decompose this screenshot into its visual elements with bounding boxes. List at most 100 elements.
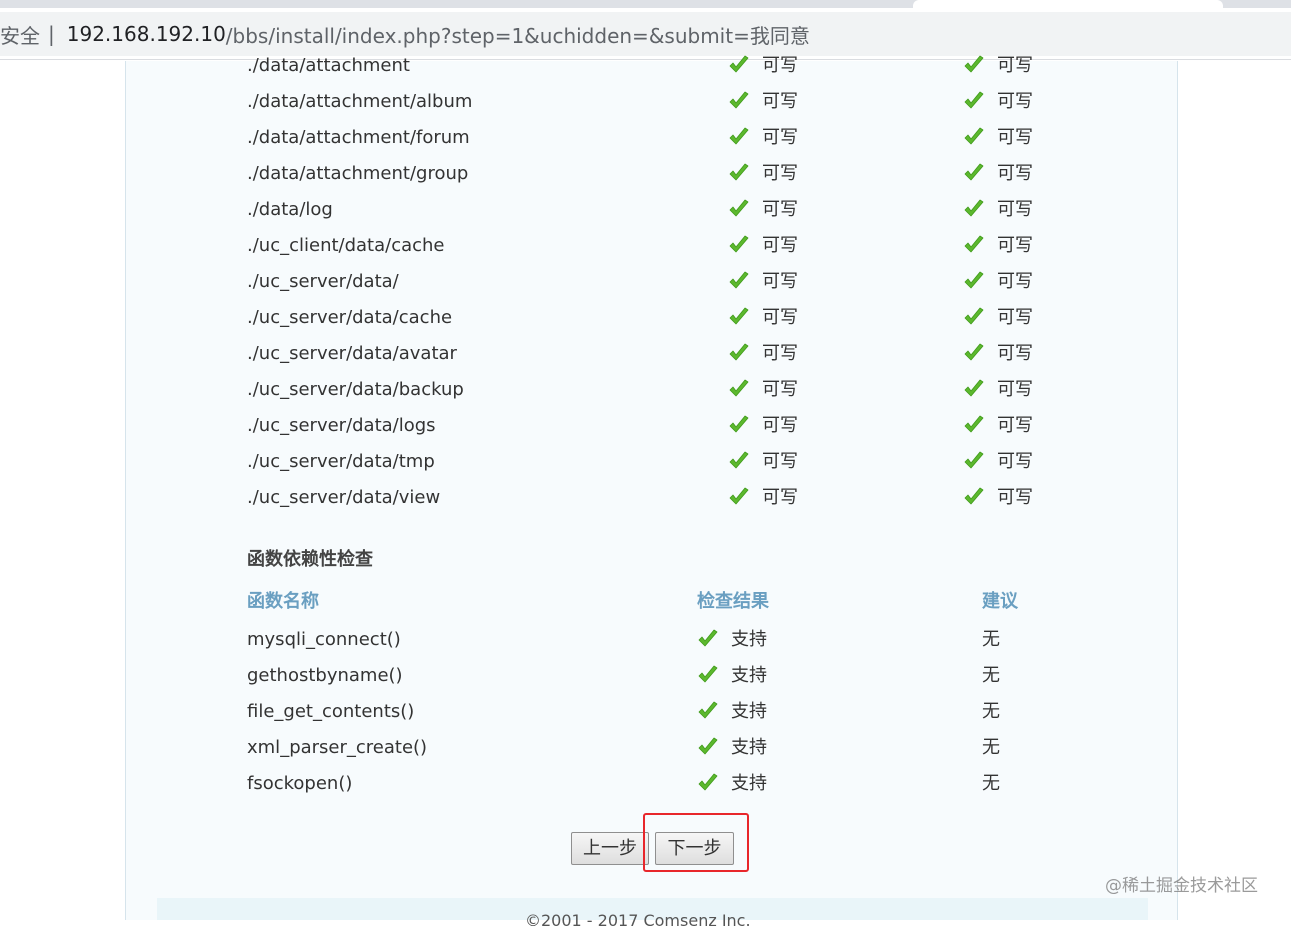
required-status-text: 可写 bbox=[997, 163, 1033, 184]
required-status: 可写 bbox=[963, 480, 1033, 516]
directory-path: ./data/log bbox=[247, 192, 333, 228]
directory-path-text: ./uc_server/data/cache bbox=[247, 307, 453, 328]
check-icon bbox=[963, 484, 985, 505]
required-status: 可写 bbox=[963, 156, 1033, 192]
directory-path: ./uc_server/data/cache bbox=[247, 300, 452, 336]
directory-path: ./uc_server/data/backup bbox=[247, 372, 464, 408]
table-row: ./uc_server/data/view 可写 可写 bbox=[126, 480, 1179, 516]
required-status-text: 可写 bbox=[997, 127, 1033, 148]
advice-text: 无 bbox=[982, 665, 1000, 686]
function-name: mysqli_connect() bbox=[247, 622, 401, 658]
check-result-header: 检查结果 bbox=[697, 591, 769, 612]
table-row: ./uc_server/data/logs 可写 可写 bbox=[126, 408, 1179, 444]
install-panel: ./data/attachment 可写 可写 ./data/attachment… bbox=[125, 55, 1179, 930]
check-result: 支持 bbox=[697, 730, 767, 766]
browser-tab-strip bbox=[0, 0, 1291, 8]
current-status: 可写 bbox=[728, 480, 798, 516]
required-status: 可写 bbox=[963, 444, 1033, 480]
current-status: 可写 bbox=[728, 300, 798, 336]
check-result: 支持 bbox=[697, 658, 767, 694]
directory-path-text: ./data/attachment/album bbox=[247, 91, 473, 112]
watermark: @稀土掘金技术社区 bbox=[1105, 876, 1258, 896]
required-status: 可写 bbox=[963, 300, 1033, 336]
check-result: 支持 bbox=[697, 622, 767, 658]
current-status-text: 可写 bbox=[762, 487, 798, 508]
check-icon bbox=[728, 52, 750, 73]
current-status-text: 可写 bbox=[762, 307, 798, 328]
function-name: xml_parser_create() bbox=[247, 730, 427, 766]
required-status: 可写 bbox=[963, 264, 1033, 300]
directory-path: ./data/attachment/group bbox=[247, 156, 468, 192]
security-indicator[interactable]: 安全 bbox=[0, 20, 40, 49]
directory-path-text: ./uc_server/data/logs bbox=[247, 415, 436, 436]
directory-path-text: ./data/attachment/forum bbox=[247, 127, 470, 148]
check-icon bbox=[963, 268, 985, 289]
check-icon bbox=[963, 52, 985, 73]
function-check-title: 函数依赖性检查 bbox=[247, 549, 373, 570]
directory-path-text: ./uc_server/data/backup bbox=[247, 379, 464, 400]
table-row: ./data/attachment/group 可写 可写 bbox=[126, 156, 1179, 192]
required-status-text: 可写 bbox=[997, 307, 1033, 328]
table-row: ./uc_server/data/avatar 可写 可写 bbox=[126, 336, 1179, 372]
check-icon bbox=[728, 232, 750, 253]
required-status-text: 可写 bbox=[997, 487, 1033, 508]
table-row: ./uc_server/data/cache 可写 可写 bbox=[126, 300, 1179, 336]
directory-path-text: ./uc_server/data/view bbox=[247, 487, 441, 508]
directory-path: ./uc_server/data/tmp bbox=[247, 444, 435, 480]
check-icon bbox=[697, 770, 719, 791]
required-status-text: 可写 bbox=[997, 91, 1033, 112]
required-status: 可写 bbox=[963, 228, 1033, 264]
table-row: ./uc_server/data/tmp 可写 可写 bbox=[126, 444, 1179, 480]
directory-path: ./data/attachment/album bbox=[247, 84, 472, 120]
check-icon bbox=[963, 448, 985, 469]
function-name: fsockopen() bbox=[247, 766, 352, 802]
check-result-text: 支持 bbox=[731, 629, 767, 650]
current-status: 可写 bbox=[728, 84, 798, 120]
advice-text: 无 bbox=[982, 773, 1000, 794]
current-status-text: 可写 bbox=[762, 163, 798, 184]
next-step-button[interactable]: 下一步 bbox=[655, 832, 734, 865]
check-icon bbox=[728, 304, 750, 325]
directory-path-text: ./uc_server/data/tmp bbox=[247, 451, 435, 472]
check-icon bbox=[728, 448, 750, 469]
table-row: xml_parser_create() 支持 无 bbox=[126, 730, 1179, 766]
function-name: file_get_contents() bbox=[247, 694, 414, 730]
current-status: 可写 bbox=[728, 444, 798, 480]
advice-text: 无 bbox=[982, 737, 1000, 758]
function-name-text: file_get_contents() bbox=[247, 701, 415, 722]
check-icon bbox=[963, 376, 985, 397]
required-status-text: 可写 bbox=[997, 343, 1033, 364]
required-status-text: 可写 bbox=[997, 379, 1033, 400]
check-result-text: 支持 bbox=[731, 701, 767, 722]
check-icon bbox=[728, 196, 750, 217]
check-result-text: 支持 bbox=[731, 665, 767, 686]
url-host: 192.168.192.10 bbox=[66, 22, 226, 46]
required-status: 可写 bbox=[963, 192, 1033, 228]
check-icon bbox=[728, 376, 750, 397]
directory-path: ./uc_server/data/view bbox=[247, 480, 440, 516]
check-icon bbox=[963, 88, 985, 109]
check-icon bbox=[728, 484, 750, 505]
address-separator: | bbox=[48, 22, 55, 46]
current-status-text: 可写 bbox=[762, 127, 798, 148]
check-icon bbox=[728, 88, 750, 109]
table-row: ./uc_server/data/backup 可写 可写 bbox=[126, 372, 1179, 408]
current-status-text: 可写 bbox=[762, 235, 798, 256]
function-name-text: xml_parser_create() bbox=[247, 737, 428, 758]
current-status: 可写 bbox=[728, 408, 798, 444]
directory-path: ./uc_server/data/avatar bbox=[247, 336, 457, 372]
function-name-text: mysqli_connect() bbox=[247, 629, 401, 650]
required-status-text: 可写 bbox=[997, 235, 1033, 256]
check-result-text: 支持 bbox=[731, 737, 767, 758]
directory-path-text: ./data/attachment bbox=[247, 55, 410, 76]
prev-step-button[interactable]: 上一步 bbox=[571, 832, 649, 865]
current-status: 可写 bbox=[728, 48, 798, 84]
table-row: file_get_contents() 支持 无 bbox=[126, 694, 1179, 730]
directory-path: ./data/attachment/forum bbox=[247, 120, 470, 156]
table-row: ./uc_server/data/ 可写 可写 bbox=[126, 264, 1179, 300]
check-icon bbox=[728, 412, 750, 433]
check-result: 支持 bbox=[697, 694, 767, 730]
active-browser-tab[interactable] bbox=[913, 0, 1223, 8]
advice-header: 建议 bbox=[982, 591, 1018, 612]
check-icon bbox=[963, 304, 985, 325]
